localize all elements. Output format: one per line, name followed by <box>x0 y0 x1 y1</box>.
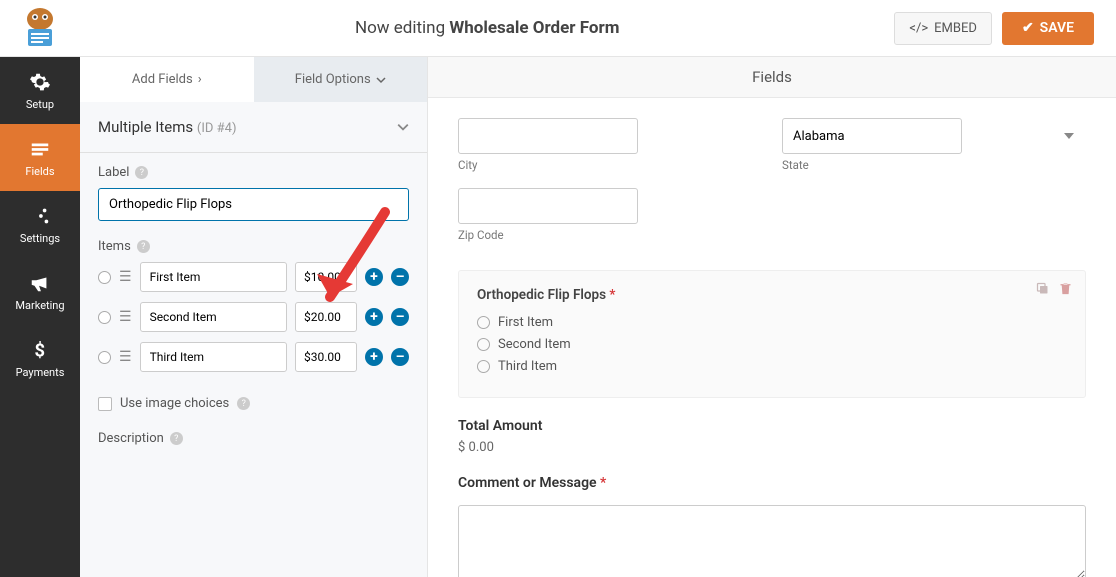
item-price-input[interactable] <box>295 342 357 372</box>
top-bar: Now editing Wholesale Order Form </> EMB… <box>0 0 1116 57</box>
page-title: Now editing Wholesale Order Form <box>80 18 894 38</box>
items-group: Items ? ☰ + – ☰ + – <box>80 227 427 388</box>
dollar-icon: $ <box>29 339 51 361</box>
zip-input[interactable] <box>458 188 638 224</box>
duplicate-icon[interactable] <box>1035 281 1050 296</box>
city-label: City <box>458 158 762 172</box>
megaphone-icon <box>29 272 51 294</box>
state-select[interactable] <box>782 118 962 154</box>
item-row: ☰ + – <box>98 342 409 372</box>
drag-icon[interactable]: ☰ <box>119 309 132 325</box>
label-heading: Label ? <box>98 165 409 180</box>
city-input[interactable] <box>458 118 638 154</box>
tab-field-options[interactable]: Field Options <box>254 57 428 102</box>
preview-pane: Fields City State Zip Code <box>428 57 1116 577</box>
top-actions: </> EMBED ✔ SAVE <box>894 12 1116 45</box>
sidebar-item-settings[interactable]: Settings <box>0 191 80 258</box>
embed-button[interactable]: </> EMBED <box>894 12 992 45</box>
image-choices-row[interactable]: Use image choices ? <box>80 388 427 419</box>
logo <box>0 7 80 49</box>
panel-tabs: Add Fields › Field Options <box>80 57 427 102</box>
wpforms-logo-icon <box>15 7 65 49</box>
help-icon[interactable]: ? <box>237 397 250 410</box>
label-input[interactable] <box>98 188 409 221</box>
total-amount: $ 0.00 <box>458 440 1086 455</box>
chevron-down-icon <box>397 121 409 133</box>
radio-option[interactable]: First Item <box>477 315 1067 330</box>
address-row: City State <box>458 118 1086 182</box>
sidebar: Setup Fields Settings Marketing $ Paymen… <box>0 57 80 577</box>
sidebar-item-payments[interactable]: $ Payments <box>0 325 80 392</box>
form-preview: City State Zip Code Ortho <box>428 98 1116 577</box>
chevron-right-icon: › <box>198 72 202 87</box>
chevron-down-icon <box>376 75 386 85</box>
item-name-input[interactable] <box>140 262 287 292</box>
radio-icon <box>477 360 490 373</box>
check-icon: ✔ <box>1022 20 1034 36</box>
panel-body: Multiple Items (ID #4) Label ? Items ? <box>80 102 427 577</box>
add-item-button[interactable]: + <box>365 268 383 286</box>
section-header[interactable]: Multiple Items (ID #4) <box>80 102 427 153</box>
total-label: Total Amount <box>458 418 1086 434</box>
trash-icon[interactable] <box>1058 281 1073 296</box>
form-name: Wholesale Order Form <box>449 18 619 38</box>
sidebar-item-setup[interactable]: Setup <box>0 57 80 124</box>
main-area: Setup Fields Settings Marketing $ Paymen… <box>0 57 1116 577</box>
item-name-input[interactable] <box>140 302 287 332</box>
drag-icon[interactable]: ☰ <box>119 269 132 285</box>
help-icon[interactable]: ? <box>170 432 183 445</box>
save-button[interactable]: ✔ SAVE <box>1002 12 1094 45</box>
comment-textarea[interactable] <box>458 505 1086 577</box>
checkbox-icon[interactable] <box>98 397 112 411</box>
tab-add-fields[interactable]: Add Fields › <box>80 57 254 102</box>
description-group: Description ? <box>80 419 427 460</box>
radio-option[interactable]: Second Item <box>477 337 1067 352</box>
form-icon <box>29 138 51 160</box>
comment-label: Comment or Message * <box>458 475 1086 491</box>
radio-icon <box>477 338 490 351</box>
add-item-button[interactable]: + <box>365 308 383 326</box>
items-heading: Items ? <box>98 239 409 254</box>
sliders-icon <box>29 205 51 227</box>
radio-icon <box>477 316 490 329</box>
state-label: State <box>782 158 1086 172</box>
remove-item-button[interactable]: – <box>391 348 409 366</box>
radio-icon[interactable] <box>98 351 111 364</box>
item-price-input[interactable] <box>295 302 357 332</box>
field-options-panel: Add Fields › Field Options Multiple Item… <box>80 57 428 577</box>
svg-text:$: $ <box>35 340 46 361</box>
multiple-items-preview[interactable]: Orthopedic Flip Flops * First Item Secon… <box>458 270 1086 398</box>
radio-icon[interactable] <box>98 311 111 324</box>
description-heading: Description ? <box>98 431 409 446</box>
remove-item-button[interactable]: – <box>391 268 409 286</box>
zip-row: Zip Code <box>458 188 1086 252</box>
item-row: ☰ + – <box>98 302 409 332</box>
item-price-input[interactable] <box>295 262 357 292</box>
sidebar-item-marketing[interactable]: Marketing <box>0 258 80 325</box>
preview-header: Fields <box>428 57 1116 98</box>
help-icon[interactable]: ? <box>137 240 150 253</box>
drag-icon[interactable]: ☰ <box>119 349 132 365</box>
label-group: Label ? <box>80 153 427 227</box>
help-icon[interactable]: ? <box>135 166 148 179</box>
sidebar-item-fields[interactable]: Fields <box>0 124 80 191</box>
radio-option[interactable]: Third Item <box>477 359 1067 374</box>
gear-icon <box>29 71 51 93</box>
add-item-button[interactable]: + <box>365 348 383 366</box>
code-icon: </> <box>909 21 928 36</box>
zip-label: Zip Code <box>458 228 1086 242</box>
item-row: ☰ + – <box>98 262 409 292</box>
field-actions <box>1035 281 1073 296</box>
radio-icon[interactable] <box>98 271 111 284</box>
item-name-input[interactable] <box>140 342 287 372</box>
multi-title: Orthopedic Flip Flops * <box>477 287 1067 303</box>
remove-item-button[interactable]: – <box>391 308 409 326</box>
